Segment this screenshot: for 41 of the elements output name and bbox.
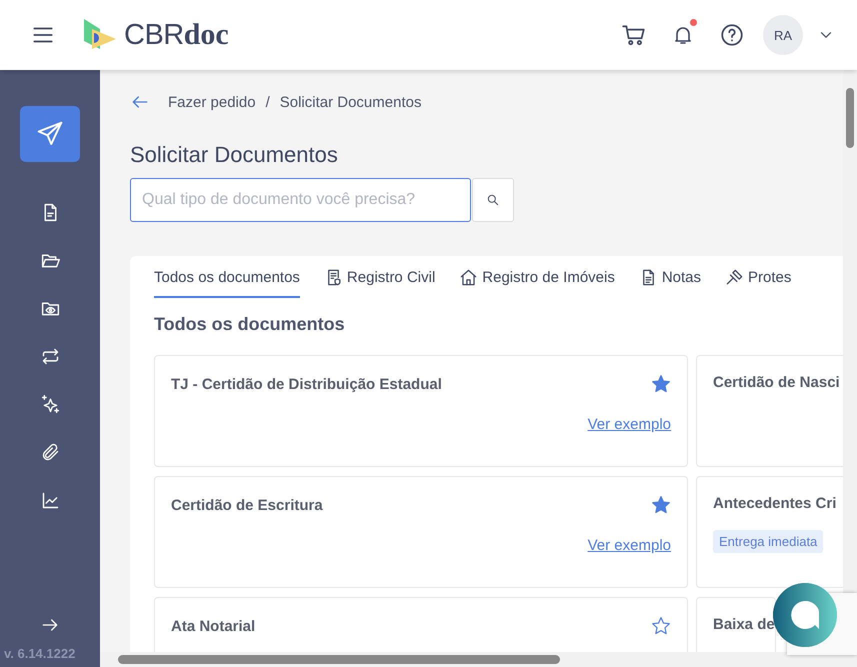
category-tab[interactable]: Todos os documentos (154, 266, 300, 298)
document-card[interactable]: Certidão de Escritura Ver exemplo (154, 476, 688, 588)
sidebar-item[interactable] (20, 106, 80, 162)
document-card[interactable]: Ata Notarial (154, 597, 688, 652)
section-title: Todos os documentos (154, 314, 346, 335)
document-title: Ata Notarial (171, 618, 256, 634)
breadcrumb-link[interactable]: Fazer pedido (168, 94, 256, 110)
category-tab[interactable]: Protes (725, 266, 792, 298)
gavel-icon (725, 268, 744, 287)
sparkles-icon (40, 394, 60, 414)
document-title: Antecedentes Cri (713, 495, 836, 512)
star-icon[interactable] (651, 495, 671, 515)
document-title: Certidão de Escritura (171, 496, 323, 514)
example-link[interactable]: Ver exemplo (588, 416, 671, 433)
logo-icon (82, 19, 118, 51)
search-field[interactable]: Qual tipo de documento você precisa? (130, 178, 471, 222)
document-card[interactable]: Antecedentes Cri Entrega imediata (696, 476, 843, 588)
document-card[interactable]: TJ - Certidão de Distribuição Estadual Ver exemplo (154, 355, 688, 467)
document-title: Certidão de Nasci (713, 374, 840, 391)
star-icon[interactable] (651, 616, 671, 636)
category-tab[interactable]: Registro Civil (324, 266, 436, 298)
category-tab[interactable]: Notas (638, 266, 702, 298)
help-icon[interactable] (719, 22, 745, 48)
scrollbar-thumb[interactable] (846, 88, 854, 148)
document-title: Baixa de (713, 616, 775, 633)
breadcrumb-separator: / (266, 94, 270, 110)
example-link[interactable]: Ver exemplo (588, 537, 671, 554)
house-icon (459, 268, 478, 287)
document-card[interactable]: Baixa de (696, 597, 776, 652)
star-icon[interactable] (651, 374, 671, 394)
category-tab[interactable]: Registro de Imóveis (459, 266, 615, 298)
scrollbar-thumb[interactable] (118, 655, 560, 664)
breadcrumb-current: Solicitar Documentos (280, 94, 422, 110)
document-card[interactable]: Certidão de Nasci (696, 355, 843, 467)
page-title: Solicitar Documentos (130, 142, 339, 168)
search-icon (486, 193, 500, 207)
version-label: v. 6.14.1222 (4, 645, 76, 663)
user-avatar[interactable]: RA (763, 15, 803, 55)
delivery-tag: Entrega imediata (713, 530, 824, 553)
logo-text: CBRdoc (124, 18, 229, 52)
document-title: TJ - Certidão de Distribuição Estadual (171, 376, 442, 392)
